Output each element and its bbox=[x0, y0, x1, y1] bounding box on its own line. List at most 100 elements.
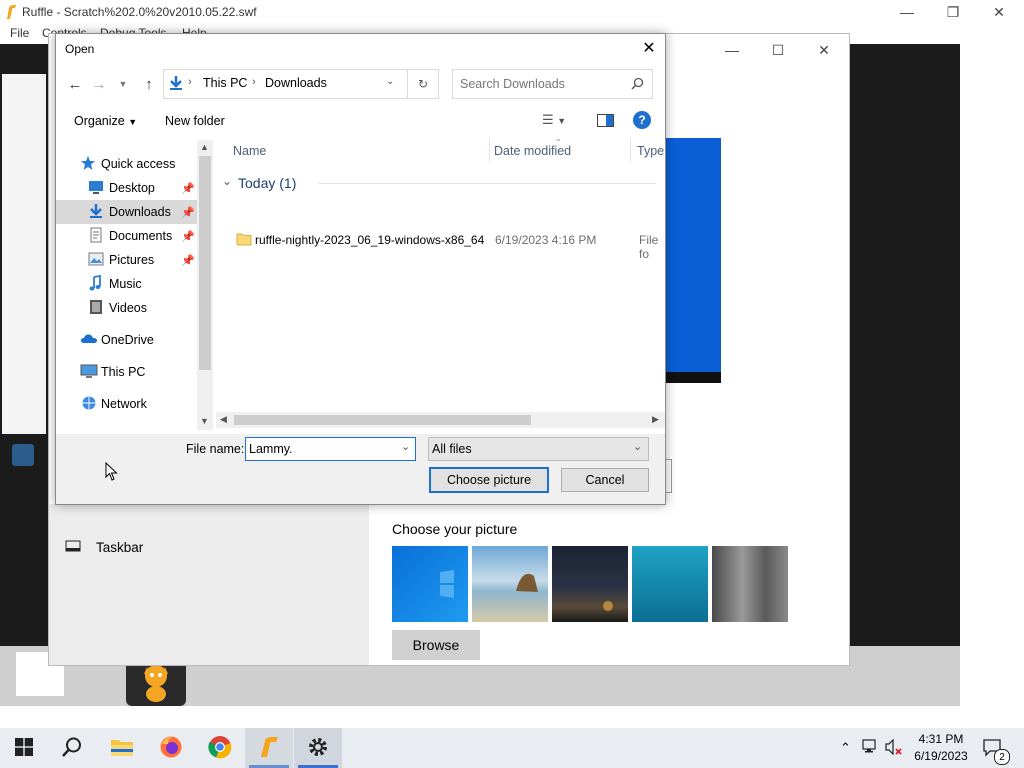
address-bar[interactable]: › This PC › Downloads ⌄ bbox=[163, 69, 408, 99]
nav-scroll-thumb[interactable] bbox=[199, 156, 211, 370]
choose-picture-button[interactable]: Choose picture bbox=[429, 467, 549, 493]
close-button[interactable]: ✕ bbox=[976, 0, 1022, 24]
close-icon: ✕ bbox=[642, 40, 656, 57]
nav-label: This PC bbox=[101, 365, 146, 379]
nav-videos[interactable]: Videos bbox=[56, 296, 213, 320]
nav-downloads[interactable]: Downloads 📌 bbox=[56, 200, 213, 224]
maximize-icon: ☐ bbox=[771, 41, 785, 58]
partially-hidden-control bbox=[665, 459, 672, 493]
taskbar-file-explorer[interactable] bbox=[98, 728, 146, 768]
file-list-hscrollbar[interactable]: ◀ ▶ bbox=[216, 412, 665, 428]
nav-label: Pictures bbox=[109, 253, 155, 267]
nav-pictures[interactable]: Pictures 📌 bbox=[56, 248, 213, 272]
nav-label: Documents bbox=[109, 229, 173, 243]
taskbar-search-button[interactable] bbox=[48, 728, 96, 768]
nav-network[interactable]: Network bbox=[56, 392, 213, 416]
group-header-today[interactable]: ⌄ Today (1) bbox=[220, 173, 660, 193]
column-header-name[interactable]: Name bbox=[233, 144, 266, 158]
folder-icon bbox=[236, 232, 252, 246]
file-type-select[interactable]: All files ⌄ bbox=[428, 437, 649, 461]
dialog-close-button[interactable]: ✕ bbox=[634, 36, 664, 60]
preview-pane-button[interactable] bbox=[597, 114, 614, 127]
arrow-up-icon: ↑ bbox=[145, 75, 153, 93]
scratch-rotate-icon[interactable] bbox=[12, 444, 34, 466]
file-row[interactable]: ruffle-nightly-2023_06_19-windows-x86_64… bbox=[232, 230, 665, 261]
file-name-row: File name: Lammy. ⌄ All files ⌄ Choose p… bbox=[56, 434, 665, 504]
file-type-value: All files bbox=[432, 442, 472, 456]
chevron-down-icon[interactable]: ⌄ bbox=[401, 440, 410, 453]
pin-icon: 📌 bbox=[181, 207, 195, 219]
picture-thumb-windows[interactable] bbox=[392, 546, 468, 622]
downloads-icon bbox=[88, 203, 104, 219]
new-folder-button[interactable]: New folder bbox=[165, 114, 225, 128]
pin-icon: 📌 bbox=[181, 183, 195, 195]
forward-button[interactable]: → bbox=[88, 72, 110, 96]
chevron-down-icon: ▼ bbox=[118, 79, 128, 89]
nav-label: Videos bbox=[109, 301, 147, 315]
nav-music[interactable]: Music bbox=[56, 272, 213, 296]
file-name-input[interactable]: Lammy. ⌄ bbox=[245, 437, 416, 461]
nav-scrollbar[interactable]: ▲ ▼ bbox=[197, 140, 213, 430]
browse-button[interactable]: Browse bbox=[392, 630, 480, 660]
picture-thumb-night-sky[interactable] bbox=[552, 546, 628, 622]
column-header-date-modified[interactable]: Date modified bbox=[494, 144, 571, 158]
refresh-button[interactable]: ↻ bbox=[407, 69, 439, 99]
back-button[interactable]: ← bbox=[64, 72, 86, 96]
breadcrumb-this-pc[interactable]: This PC bbox=[203, 76, 247, 90]
mouse-cursor-icon bbox=[105, 462, 119, 482]
address-dropdown-icon[interactable]: ⌄ bbox=[386, 76, 394, 87]
show-hidden-icons-button[interactable]: ⌃ bbox=[840, 740, 851, 756]
settings-minimize-button[interactable]: — bbox=[709, 38, 755, 62]
organize-button[interactable]: Organize ▼ bbox=[74, 114, 137, 128]
sidebar-item-taskbar[interactable]: Taskbar bbox=[96, 540, 143, 555]
nav-quick-access[interactable]: Quick access bbox=[56, 152, 213, 176]
picture-thumb-underwater[interactable] bbox=[632, 546, 708, 622]
nav-onedrive[interactable]: OneDrive bbox=[56, 328, 213, 352]
nav-label: OneDrive bbox=[101, 333, 154, 347]
recent-locations-button[interactable]: ▼ bbox=[116, 72, 130, 96]
scroll-left-icon[interactable]: ◀ bbox=[220, 414, 227, 425]
clock-date[interactable]: 6/19/2023 bbox=[912, 749, 970, 763]
music-icon bbox=[88, 275, 104, 291]
hscroll-thumb[interactable] bbox=[234, 415, 531, 425]
nav-this-pc[interactable]: This PC bbox=[56, 360, 213, 384]
scroll-down-icon[interactable]: ▼ bbox=[200, 416, 209, 426]
nav-desktop[interactable]: Desktop 📌 bbox=[56, 176, 213, 200]
clock-time[interactable]: 4:31 PM bbox=[916, 732, 966, 746]
taskbar-icon bbox=[65, 540, 81, 552]
start-button[interactable] bbox=[0, 728, 48, 768]
caret-down-icon: ▼ bbox=[557, 116, 567, 126]
taskbar-chrome[interactable] bbox=[196, 728, 244, 768]
up-button[interactable]: ↑ bbox=[138, 72, 160, 96]
nav-documents[interactable]: Documents 📌 bbox=[56, 224, 213, 248]
scroll-right-icon[interactable]: ▶ bbox=[652, 414, 659, 425]
minimize-button[interactable]: — bbox=[884, 0, 930, 24]
picture-thumb-beach[interactable] bbox=[472, 546, 548, 622]
search-box[interactable]: Search Downloads bbox=[452, 69, 653, 99]
settings-sidebar: Taskbar bbox=[49, 504, 369, 665]
scroll-up-icon[interactable]: ▲ bbox=[200, 142, 209, 152]
onedrive-icon bbox=[80, 331, 98, 347]
settings-close-button[interactable]: ✕ bbox=[801, 38, 847, 62]
picture-thumb-rock[interactable] bbox=[712, 546, 788, 622]
breadcrumb-downloads[interactable]: Downloads bbox=[265, 76, 327, 90]
restore-icon: ❐ bbox=[946, 3, 960, 20]
view-options-button[interactable]: ☰ ▼ bbox=[542, 112, 566, 128]
taskbar-settings[interactable] bbox=[294, 728, 342, 768]
taskbar-ruffle[interactable] bbox=[245, 728, 293, 768]
settings-maximize-button[interactable]: ☐ bbox=[755, 38, 801, 62]
file-name-value: Lammy. bbox=[249, 442, 293, 456]
navigation-pane: Quick access Desktop 📌 Downloads 📌 Docum… bbox=[56, 138, 213, 428]
taskbar-firefox[interactable] bbox=[147, 728, 195, 768]
dialog-toolbar: Organize ▼ New folder ☰ ▼ ? bbox=[56, 106, 665, 136]
cancel-button[interactable]: Cancel bbox=[561, 468, 649, 492]
documents-icon bbox=[88, 227, 104, 243]
menu-file[interactable]: File bbox=[10, 26, 29, 40]
volume-muted-icon[interactable] bbox=[884, 739, 904, 755]
breadcrumb-separator-icon: › bbox=[252, 76, 256, 88]
maximize-button[interactable]: ❐ bbox=[930, 0, 976, 24]
network-status-icon[interactable] bbox=[862, 739, 880, 755]
help-button[interactable]: ? bbox=[633, 111, 651, 129]
column-header-type[interactable]: Type bbox=[637, 144, 664, 158]
scratch-right-edge bbox=[900, 44, 960, 646]
